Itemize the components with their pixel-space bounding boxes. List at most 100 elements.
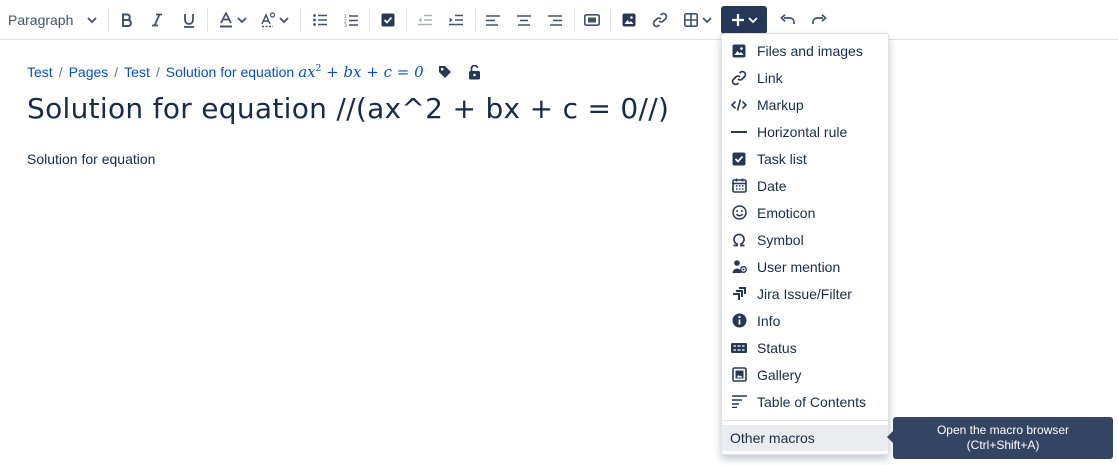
numbered-list-button[interactable]: 123 bbox=[340, 7, 362, 33]
align-center-icon bbox=[517, 14, 531, 26]
menu-item-files-and-images[interactable]: Files and images bbox=[722, 37, 888, 64]
toolbar-divider bbox=[406, 8, 407, 32]
insert-dropdown-menu: Files and images Link Markup Horizontal … bbox=[721, 33, 889, 455]
align-right-button[interactable] bbox=[544, 7, 566, 33]
menu-item-label: User mention bbox=[757, 258, 841, 275]
menu-item-user-mention[interactable]: User mention bbox=[722, 253, 888, 280]
toolbar-divider bbox=[475, 8, 476, 32]
menu-item-horizontal-rule[interactable]: Horizontal rule bbox=[722, 118, 888, 145]
breadcrumb-separator: / bbox=[58, 64, 63, 80]
calendar-icon bbox=[731, 178, 747, 194]
menu-item-label: Link bbox=[757, 69, 783, 86]
menu-item-label: Table of Contents bbox=[757, 393, 866, 410]
menu-item-label: Horizontal rule bbox=[757, 123, 848, 140]
text-color-button[interactable] bbox=[214, 7, 250, 33]
link-icon bbox=[731, 70, 747, 86]
align-right-icon bbox=[548, 14, 562, 26]
menu-item-label: Info bbox=[757, 312, 781, 329]
undo-button[interactable] bbox=[777, 7, 799, 33]
jira-icon bbox=[731, 286, 747, 302]
underline-button[interactable] bbox=[178, 7, 200, 33]
bold-button[interactable] bbox=[116, 7, 138, 33]
insert-link-button[interactable] bbox=[649, 7, 671, 33]
menu-item-symbol[interactable]: Symbol bbox=[722, 226, 888, 253]
menu-item-label: Files and images bbox=[757, 42, 863, 59]
clear-formatting-icon bbox=[260, 12, 275, 28]
user-mention-icon bbox=[731, 259, 747, 275]
menu-item-label: Markup bbox=[757, 96, 804, 113]
indent-button[interactable] bbox=[444, 7, 466, 33]
menu-item-label: Emoticon bbox=[757, 204, 816, 221]
page-layout-button[interactable] bbox=[581, 7, 603, 33]
markup-icon bbox=[731, 97, 747, 113]
menu-item-gallery[interactable]: Gallery bbox=[722, 361, 888, 388]
label-tag-icon[interactable] bbox=[438, 65, 452, 79]
outdent-icon bbox=[417, 14, 432, 26]
page-title[interactable]: Solution for equation //(ax^2 + bx + c =… bbox=[27, 92, 669, 125]
svg-text:3: 3 bbox=[344, 23, 347, 27]
insert-more-button[interactable] bbox=[721, 6, 767, 34]
undo-icon bbox=[780, 14, 795, 24]
menu-item-label: Gallery bbox=[757, 366, 802, 383]
align-center-button[interactable] bbox=[513, 7, 535, 33]
math-term: ax bbox=[298, 63, 316, 81]
paragraph-style-dropdown[interactable]: Paragraph bbox=[4, 7, 100, 33]
toolbar-divider bbox=[207, 8, 208, 32]
task-list-icon bbox=[731, 151, 747, 167]
more-formatting-button[interactable] bbox=[256, 7, 292, 33]
menu-item-status[interactable]: Status bbox=[722, 334, 888, 361]
italic-icon bbox=[152, 13, 162, 27]
menu-item-label: Status bbox=[757, 339, 797, 356]
breadcrumb-item[interactable]: Pages bbox=[69, 64, 109, 80]
menu-item-jira-issue-filter[interactable]: Jira Issue/Filter bbox=[722, 280, 888, 307]
omega-icon bbox=[731, 232, 747, 248]
paragraph-style-label: Paragraph bbox=[8, 12, 74, 28]
chevron-down-icon bbox=[87, 16, 98, 24]
italic-button[interactable] bbox=[146, 7, 168, 33]
toolbar-divider bbox=[369, 8, 370, 32]
menu-item-emoticon[interactable]: Emoticon bbox=[722, 199, 888, 226]
bold-icon bbox=[122, 13, 132, 27]
info-icon bbox=[731, 313, 747, 329]
menu-item-label: Date bbox=[757, 177, 787, 194]
numbered-list-icon: 123 bbox=[344, 14, 358, 27]
redo-button[interactable] bbox=[808, 7, 830, 33]
image-icon bbox=[731, 43, 747, 59]
menu-item-info[interactable]: Info bbox=[722, 307, 888, 334]
insert-table-button[interactable] bbox=[680, 7, 716, 33]
menu-item-label: Symbol bbox=[757, 231, 804, 248]
plus-icon bbox=[731, 14, 744, 26]
chevron-down-icon bbox=[747, 17, 758, 24]
insert-image-button[interactable] bbox=[618, 7, 640, 33]
menu-item-task-list[interactable]: Task list bbox=[722, 145, 888, 172]
breadcrumb-current-page[interactable]: Solution for equation ax2 + bx + c = 0 bbox=[166, 63, 424, 81]
table-of-contents-icon bbox=[731, 394, 747, 410]
gallery-icon bbox=[731, 367, 747, 383]
menu-item-link[interactable]: Link bbox=[722, 64, 888, 91]
action-item-button[interactable] bbox=[377, 7, 399, 33]
image-icon bbox=[622, 13, 636, 27]
text-color-icon bbox=[219, 12, 232, 28]
layout-icon bbox=[584, 14, 600, 26]
page-body-text[interactable]: Solution for equation bbox=[27, 151, 155, 167]
horizontal-rule-icon bbox=[731, 124, 747, 140]
editor-toolbar: Paragraph 123 bbox=[0, 0, 1118, 40]
emoticon-icon bbox=[731, 205, 747, 221]
link-icon bbox=[652, 12, 668, 28]
unlock-icon[interactable] bbox=[468, 64, 481, 80]
breadcrumb-item[interactable]: Test bbox=[124, 64, 150, 80]
toolbar-divider bbox=[574, 8, 575, 32]
menu-item-other-macros[interactable]: Other macros bbox=[722, 425, 888, 451]
menu-item-date[interactable]: Date bbox=[722, 172, 888, 199]
menu-item-table-of-contents[interactable]: Table of Contents bbox=[722, 388, 888, 415]
bullet-list-button[interactable] bbox=[309, 7, 331, 33]
align-left-icon bbox=[486, 14, 500, 26]
outdent-button[interactable] bbox=[413, 7, 435, 33]
breadcrumb-page-title: Solution for equation bbox=[165, 64, 295, 80]
toolbar-divider bbox=[108, 8, 109, 32]
toolbar-divider bbox=[610, 8, 611, 32]
breadcrumb-item[interactable]: Test bbox=[27, 64, 53, 80]
align-left-button[interactable] bbox=[482, 7, 504, 33]
table-icon bbox=[684, 13, 698, 27]
menu-item-markup[interactable]: Markup bbox=[722, 91, 888, 118]
